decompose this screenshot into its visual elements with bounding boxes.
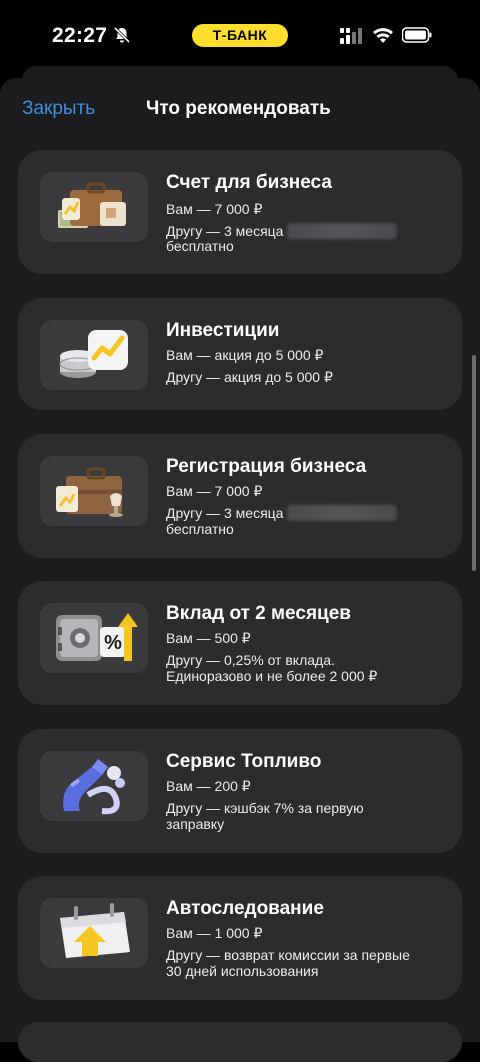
svg-text:%: % <box>104 632 122 654</box>
sheet-title: Что рекомендовать <box>146 98 331 119</box>
card-title: Сервис Топливо <box>166 751 322 772</box>
status-time: 22:27 <box>52 24 108 47</box>
scrollbar[interactable] <box>472 355 476 571</box>
card-title: Вклад от 2 месяцев <box>166 603 351 624</box>
reward-you: Вам — 7 000 ₽ <box>166 483 263 499</box>
reward-you: Вам — акция до 5 000 ₽ <box>166 347 324 363</box>
card-investments[interactable]: Инвестиции Вам — акция до 5 000 ₽ Другу … <box>18 298 462 410</box>
card-title: Регистрация бизнеса <box>166 456 367 477</box>
calendar-arrow-icon <box>40 898 148 968</box>
safe-percent-icon: % <box>40 603 148 673</box>
reward-friend-text: Другу — 3 месяца <box>166 505 284 521</box>
briefcase-registration-icon <box>40 456 148 526</box>
card-title: Автоследование <box>166 898 324 919</box>
reward-you: Вам — 200 ₽ <box>166 778 251 794</box>
card-deposit[interactable]: % Вклад от 2 месяцев Вам — 500 ₽ Другу —… <box>18 581 462 705</box>
reward-you: Вам — 500 ₽ <box>166 630 251 646</box>
close-button[interactable]: Закрыть <box>22 98 95 120</box>
reward-friend-line2: бесплатно <box>166 238 234 254</box>
reward-you: Вам — 7 000 ₽ <box>166 201 263 217</box>
status-bar: 22:27 Т-БАНК <box>0 0 480 72</box>
reward-friend-line2: заправку <box>166 816 225 832</box>
card-title: Инвестиции <box>166 320 280 341</box>
card-business-registration[interactable]: Регистрация бизнеса Вам — 7 000 ₽ Другу … <box>18 434 462 558</box>
bank-badge: Т-БАНК <box>192 24 288 47</box>
card-auto-following[interactable]: Автоследование Вам — 1 000 ₽ Другу — воз… <box>18 876 462 1000</box>
reward-friend-line1: Другу — акция до 5 000 ₽ <box>166 369 333 385</box>
coins-chart-icon <box>40 320 148 390</box>
blurred-text <box>287 505 398 521</box>
reward-friend-line2: Единоразово и не более 2 000 ₽ <box>166 668 378 684</box>
briefcase-documents-icon <box>40 172 148 242</box>
bell-muted-icon <box>113 26 131 44</box>
reward-friend-line2: бесплатно <box>166 521 234 537</box>
battery-icon <box>402 27 432 43</box>
card-fuel-service[interactable]: Сервис Топливо Вам — 200 ₽ Другу — кэшбэ… <box>18 729 462 853</box>
card-business-account[interactable]: Счет для бизнеса Вам — 7 000 ₽ Другу — 3… <box>18 150 462 274</box>
fuel-nozzle-icon <box>40 751 148 821</box>
reward-friend-line2: 30 дней использования <box>166 963 319 979</box>
reward-you: Вам — 1 000 ₽ <box>166 925 263 941</box>
card-next-partial[interactable] <box>18 1022 462 1062</box>
signal-icon <box>340 28 362 44</box>
card-title: Счет для бизнеса <box>166 172 332 193</box>
blurred-text <box>287 223 398 239</box>
wifi-icon <box>373 28 393 43</box>
